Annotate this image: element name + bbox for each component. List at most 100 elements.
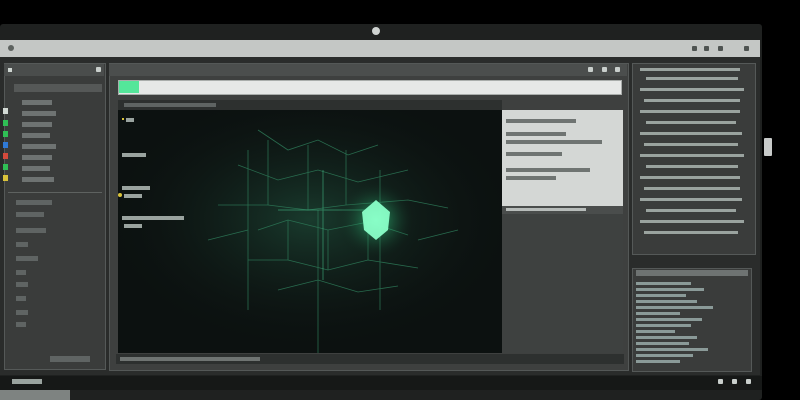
log-line [640, 198, 742, 201]
tree-row[interactable] [16, 296, 26, 301]
tray-icon[interactable] [732, 379, 737, 384]
bar-fill [636, 288, 704, 291]
status-segment [120, 357, 260, 361]
left-footer [50, 356, 90, 362]
toolbar-label[interactable] [124, 103, 216, 107]
tree-row[interactable] [16, 228, 46, 233]
canvas-label [124, 224, 142, 228]
inspector-row[interactable] [506, 176, 556, 180]
inspector-panel [502, 110, 623, 206]
log-line [640, 220, 744, 223]
titlebar-pin-icon[interactable] [692, 46, 697, 51]
tree-row[interactable] [16, 212, 44, 217]
inspector-row[interactable] [506, 132, 566, 136]
log-line [640, 88, 744, 91]
log-line [644, 187, 740, 190]
tree-row[interactable] [16, 270, 26, 275]
tree-row[interactable] [16, 200, 52, 205]
panel-close-icon[interactable] [615, 67, 620, 72]
bottom-strip [0, 390, 70, 400]
minimize-icon[interactable] [704, 46, 709, 51]
path-bar[interactable] [118, 80, 622, 95]
titlebar-menu[interactable] [18, 45, 118, 52]
tree-row[interactable] [16, 310, 28, 315]
tree-row[interactable] [16, 242, 28, 247]
left-subheader [14, 84, 102, 92]
collapse-icon[interactable] [96, 67, 101, 72]
log-line [646, 121, 736, 124]
panel-menu-icon[interactable] [588, 67, 593, 72]
bar-fill [636, 294, 686, 297]
path-bar-accent [119, 81, 139, 93]
bar-fill [636, 330, 675, 333]
list-item[interactable] [22, 166, 50, 171]
list-item[interactable] [22, 111, 56, 116]
inspector-footer-text [506, 208, 586, 211]
panel-float-icon[interactable] [602, 67, 607, 72]
log-line [644, 99, 740, 102]
status-indicator-icon [3, 108, 8, 114]
log-line [640, 110, 740, 113]
canvas-label [126, 118, 134, 122]
inspector-body [502, 214, 623, 353]
bar-fill [636, 306, 713, 309]
canvas-label [124, 194, 142, 198]
app-icon [8, 45, 14, 51]
maximize-icon[interactable] [718, 46, 723, 51]
log-line [644, 143, 738, 146]
inspector-row[interactable] [506, 152, 562, 156]
tree-row[interactable] [16, 282, 28, 287]
tray-icon[interactable] [746, 379, 751, 384]
log-line [640, 132, 742, 135]
bar-fill [636, 318, 702, 321]
log-line [646, 77, 738, 80]
tree-row[interactable] [16, 322, 26, 327]
status-indicator-icon [3, 120, 8, 126]
window-title-circle [372, 27, 380, 35]
list-item[interactable] [22, 122, 52, 127]
status-indicator-icon [3, 175, 8, 181]
inspector-row[interactable] [506, 168, 590, 172]
marker-dot-icon [118, 193, 122, 197]
right-chart-header [636, 270, 748, 276]
tray-icon[interactable] [718, 379, 723, 384]
canvas-label [122, 216, 184, 220]
bar-fill [636, 342, 689, 345]
status-indicator-icon [3, 131, 8, 137]
bar-fill [636, 312, 680, 315]
bar-fill [636, 324, 691, 327]
log-line [640, 68, 740, 71]
log-line [646, 165, 738, 168]
log-line [646, 209, 736, 212]
bar-fill [636, 360, 680, 363]
inspector-row[interactable] [506, 140, 602, 144]
taskbar-label[interactable] [12, 379, 42, 384]
log-line [640, 154, 744, 157]
center-panel-header [109, 64, 627, 76]
canvas-viewport[interactable] [118, 110, 502, 353]
list-item[interactable] [22, 155, 52, 160]
list-item[interactable] [22, 144, 56, 149]
status-indicator-icon [3, 142, 8, 148]
list-item[interactable] [22, 100, 52, 105]
list-item[interactable] [22, 133, 50, 138]
status-indicator-icon [3, 153, 8, 159]
marker-dot-icon [122, 118, 124, 120]
network-graphic [118, 110, 502, 353]
canvas-label [122, 186, 150, 190]
taskbar [0, 376, 762, 390]
left-divider [8, 192, 102, 193]
tree-row[interactable] [16, 256, 38, 261]
log-text-block [640, 68, 750, 248]
canvas-label [122, 153, 146, 157]
bar-fill [636, 282, 691, 285]
list-item[interactable] [22, 177, 54, 182]
scroll-handle[interactable] [764, 138, 772, 156]
bar-fill [636, 300, 697, 303]
left-panel-header [4, 64, 104, 76]
bar-fill [636, 354, 693, 357]
close-icon[interactable] [744, 46, 749, 51]
left-list [4, 100, 104, 192]
inspector-row[interactable] [506, 119, 576, 123]
left-header-icon[interactable] [8, 68, 12, 72]
